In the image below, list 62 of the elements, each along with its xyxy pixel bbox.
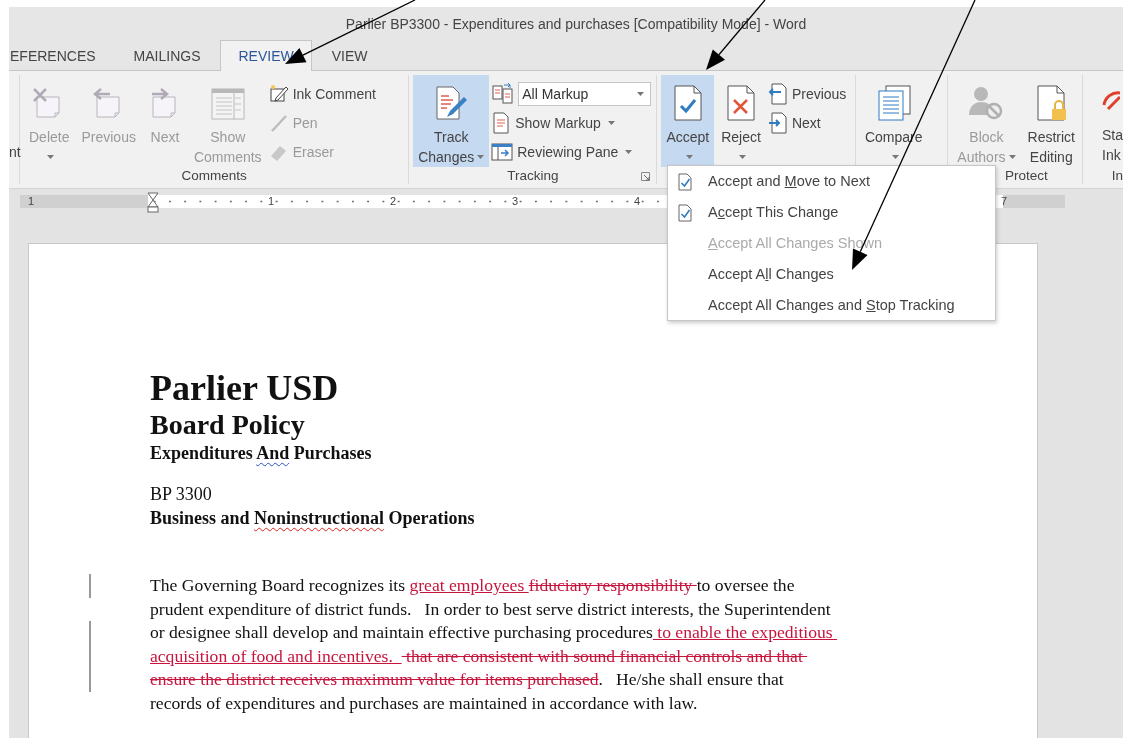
dialog-launcher-icon[interactable] xyxy=(641,172,651,181)
ruler-number: 1 xyxy=(268,194,275,208)
group-label: In xyxy=(1111,168,1123,183)
ribbon-tab[interactable]: VIEW xyxy=(313,40,386,70)
document-arrow-icon xyxy=(767,82,788,105)
caret-icon xyxy=(625,149,633,154)
policy-number: BP 3300 xyxy=(150,483,213,506)
document-check-icon xyxy=(678,173,692,191)
ribbon-button[interactable]: Reject xyxy=(716,75,766,167)
ribbon-button[interactable]: Previous xyxy=(767,79,847,108)
menu-item[interactable]: Accept This Change xyxy=(668,196,995,228)
ribbon-button[interactable]: Reviewing Pane xyxy=(491,137,652,166)
paragraph-line: acquisition of food and incentives. that are consistent with sound financial controls and that xyxy=(150,645,804,667)
ribbon-button[interactable]: Ink Comment xyxy=(268,79,376,108)
menu-item[interactable]: Accept and Move to Next xyxy=(668,166,995,197)
ruler-margin xyxy=(1003,195,1065,208)
indent-marker-icon[interactable] xyxy=(147,192,159,214)
ruler-number: 7 xyxy=(1001,194,1008,208)
ruler-number: 1 xyxy=(28,194,35,208)
ribbon-tab[interactable]: MAILINGS xyxy=(115,40,219,70)
caret-icon xyxy=(477,155,485,159)
paragraph-line: prudent expenditure of district funds. In order to best serve district interests, the Superintendent xyxy=(150,598,831,620)
document-subtitle: Board Policy xyxy=(150,408,306,442)
caret-icon xyxy=(47,155,55,159)
section-heading: Business and Noninstructional Operations xyxy=(150,507,476,530)
paragraph-line: The Governing Board recognizes its great employees fiduciary responsibility to oversee the xyxy=(150,575,795,597)
document-check-icon xyxy=(678,203,692,222)
document-title: Parlier USD xyxy=(150,368,340,408)
group-label: Comments xyxy=(181,168,247,183)
caret-icon xyxy=(685,155,693,159)
ribbon-button[interactable]: Show Markup xyxy=(491,108,652,137)
paragraph-line: records of expenditures and purchases are maintained in accordance with law. xyxy=(150,692,698,714)
ruler-number: 4 xyxy=(634,194,641,208)
document-icon xyxy=(491,111,512,134)
ruler-number: 3 xyxy=(512,194,519,208)
pen-note-icon xyxy=(268,83,289,104)
caret-icon xyxy=(637,91,645,96)
caret-icon xyxy=(607,120,615,125)
pane-icon xyxy=(491,141,514,162)
documents-arrows-icon xyxy=(491,81,516,106)
ribbon-tab[interactable]: REVIEW xyxy=(220,40,312,71)
group-label: Protect xyxy=(1004,168,1048,183)
comments-pane-icon xyxy=(209,87,246,121)
paragraph-line: ensure the district receives maximum value for items purchased. He/she shall ensure that xyxy=(150,669,784,691)
ribbon-button[interactable]: Track Changes xyxy=(413,75,490,167)
ribbon-button[interactable]: Restrict Editing xyxy=(1022,75,1080,167)
menu-item[interactable]: Accept All Changes xyxy=(668,258,995,290)
caret-icon xyxy=(1008,155,1016,159)
paragraph-line: or designee shall develop and maintain effective purchasing procedures to enable the expeditious xyxy=(150,622,834,644)
markup-dropdown[interactable]: All Markup xyxy=(518,81,652,106)
group-label: Tracking xyxy=(507,168,559,183)
ribbon-button[interactable]: nt xyxy=(9,75,21,160)
caret-icon xyxy=(739,155,747,159)
ribbon-button[interactable]: Next xyxy=(767,108,847,137)
ribbon-tab[interactable]: EFERENCES xyxy=(9,40,114,70)
caret-icon xyxy=(891,155,899,159)
ribbon-button[interactable]: Sta Ink xyxy=(1102,75,1123,167)
menu-item[interactable]: Accept All Changes and Stop Tracking xyxy=(668,289,995,320)
document-heading: Expenditures And Purchases xyxy=(150,442,372,464)
ruler-number: 2 xyxy=(390,194,397,208)
ribbon-button[interactable]: Accept xyxy=(661,75,715,167)
document-arrow-icon xyxy=(767,111,788,134)
